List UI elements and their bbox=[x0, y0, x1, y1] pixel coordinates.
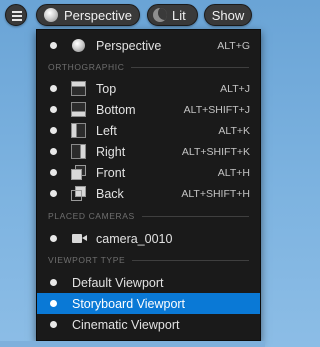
menu-item-perspective[interactable]: Perspective ALT+G bbox=[37, 35, 260, 56]
perspective-button-label: Perspective bbox=[64, 7, 132, 23]
menu-item-label: Back bbox=[96, 186, 124, 201]
menu-item-cinematic-viewport[interactable]: Cinematic Viewport bbox=[37, 314, 260, 335]
shortcut-label: ALT+G bbox=[217, 39, 250, 52]
section-divider bbox=[132, 259, 249, 261]
section-divider bbox=[141, 215, 249, 217]
menu-item-label: camera_0010 bbox=[96, 231, 173, 246]
menu-item-label: Bottom bbox=[96, 102, 136, 117]
menu-item-label: Cinematic Viewport bbox=[72, 317, 180, 332]
radio-dot-icon bbox=[50, 300, 57, 307]
viewport-background bbox=[0, 341, 265, 347]
radio-dot-icon bbox=[50, 127, 57, 134]
perspective-dropdown-button[interactable]: Perspective bbox=[36, 4, 140, 26]
menu-item-label: Storyboard Viewport bbox=[72, 296, 186, 311]
viewport-toolbar: Perspective Lit Show bbox=[0, 4, 265, 26]
section-viewport-type: VIEWPORT TYPE bbox=[48, 254, 249, 266]
radio-dot-icon bbox=[50, 279, 57, 286]
section-title: PLACED CAMERAS bbox=[48, 211, 135, 221]
menu-item-back[interactable]: Back ALT+SHIFT+H bbox=[37, 183, 260, 204]
lit-mode-button[interactable]: Lit bbox=[147, 4, 198, 26]
top-view-icon bbox=[71, 81, 86, 96]
left-view-icon bbox=[71, 123, 86, 138]
radio-dot-icon bbox=[50, 106, 57, 113]
menu-item-storyboard-viewport[interactable]: Storyboard Viewport bbox=[37, 293, 260, 314]
viewport-menu-button[interactable] bbox=[5, 4, 27, 26]
menu-item-camera-0010[interactable]: camera_0010 bbox=[37, 228, 260, 249]
menu-item-label: Default Viewport bbox=[72, 275, 164, 290]
right-view-icon bbox=[71, 144, 86, 159]
sphere-icon bbox=[44, 8, 58, 22]
sphere-icon bbox=[72, 39, 85, 52]
menu-item-bottom[interactable]: Bottom ALT+SHIFT+J bbox=[37, 99, 260, 120]
radio-dot-icon bbox=[50, 169, 57, 176]
shortcut-label: ALT+H bbox=[217, 166, 250, 179]
menu-item-default-viewport[interactable]: Default Viewport bbox=[37, 272, 260, 293]
shortcut-label: ALT+J bbox=[220, 82, 250, 95]
menu-item-label: Perspective bbox=[96, 38, 162, 53]
shortcut-label: ALT+SHIFT+H bbox=[181, 187, 250, 200]
section-placed-cameras: PLACED CAMERAS bbox=[48, 210, 249, 222]
menu-item-label: Top bbox=[96, 81, 117, 96]
section-orthographic: ORTHOGRAPHIC bbox=[48, 61, 249, 73]
show-button[interactable]: Show bbox=[204, 4, 252, 26]
hamburger-icon bbox=[12, 11, 22, 13]
radio-dot-icon bbox=[50, 235, 57, 242]
radio-dot-icon bbox=[50, 148, 57, 155]
show-button-label: Show bbox=[211, 7, 245, 23]
radio-dot-icon bbox=[50, 42, 57, 49]
shortcut-label: ALT+K bbox=[218, 124, 250, 137]
shortcut-label: ALT+SHIFT+J bbox=[183, 103, 250, 116]
menu-item-label: Right bbox=[96, 144, 126, 159]
radio-dot-icon bbox=[50, 321, 57, 328]
radio-dot-icon bbox=[50, 190, 57, 197]
perspective-dropdown-menu: Perspective ALT+G ORTHOGRAPHIC Top ALT+J… bbox=[36, 29, 261, 341]
menu-item-label: Left bbox=[96, 123, 117, 138]
menu-item-label: Front bbox=[96, 165, 126, 180]
section-title: VIEWPORT TYPE bbox=[48, 255, 126, 265]
radio-dot-icon bbox=[50, 85, 57, 92]
camera-icon bbox=[72, 233, 87, 244]
back-view-icon bbox=[71, 186, 86, 201]
lit-mode-icon bbox=[153, 8, 167, 22]
section-divider bbox=[131, 66, 249, 68]
shortcut-label: ALT+SHIFT+K bbox=[181, 145, 250, 158]
bottom-view-icon bbox=[71, 102, 86, 117]
menu-item-front[interactable]: Front ALT+H bbox=[37, 162, 260, 183]
menu-item-right[interactable]: Right ALT+SHIFT+K bbox=[37, 141, 260, 162]
lit-button-label: Lit bbox=[172, 7, 186, 23]
menu-item-top[interactable]: Top ALT+J bbox=[37, 78, 260, 99]
section-title: ORTHOGRAPHIC bbox=[48, 62, 125, 72]
front-view-icon bbox=[71, 165, 86, 180]
menu-item-left[interactable]: Left ALT+K bbox=[37, 120, 260, 141]
